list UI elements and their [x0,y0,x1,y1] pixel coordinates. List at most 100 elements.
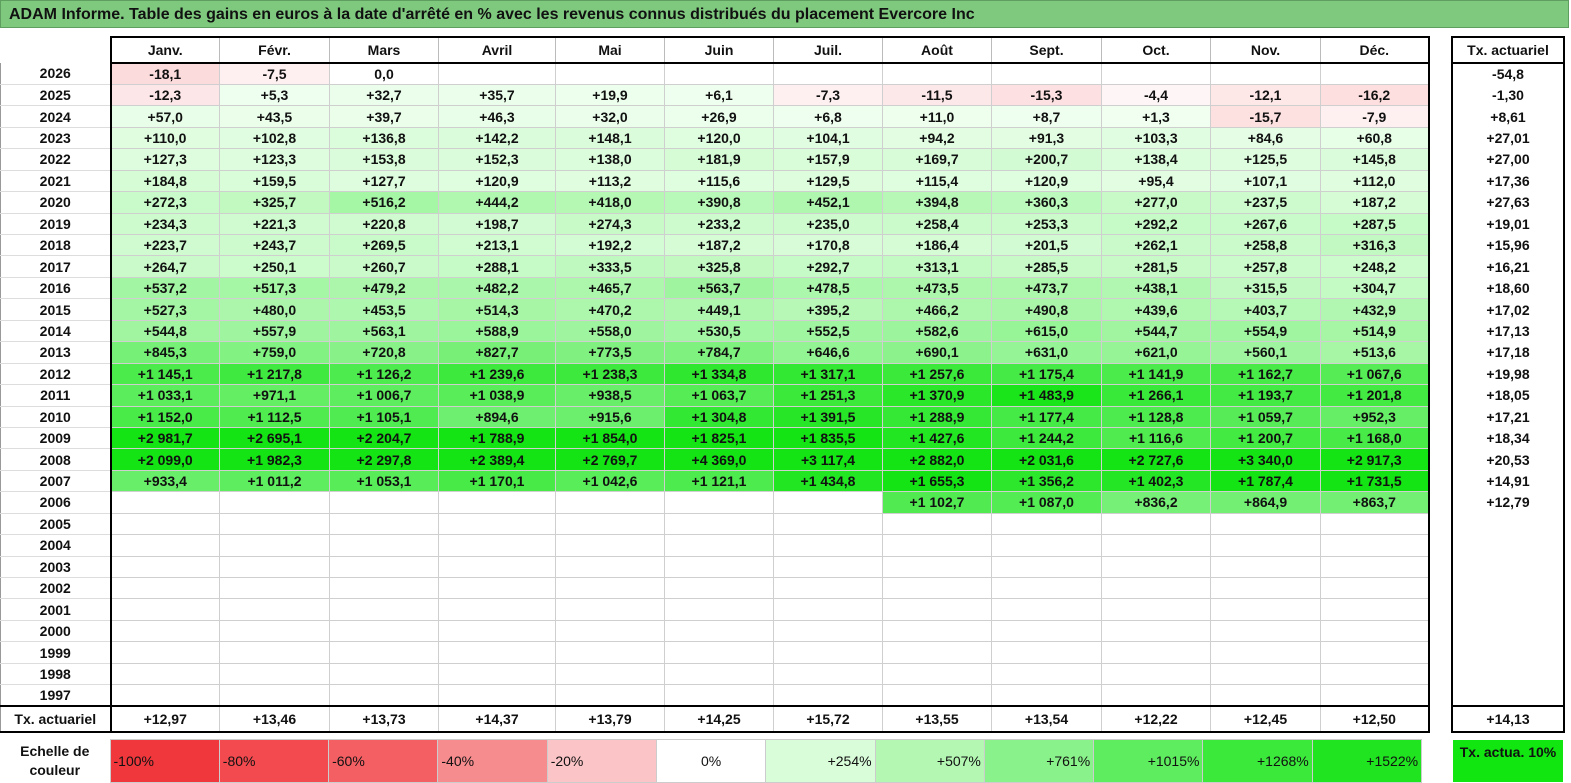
year-label: 2010 [0,406,111,428]
gain-cell [109,641,220,664]
gain-cell [1210,555,1321,579]
gain-cell: +1 427,6 [882,426,992,450]
month-header-3: Mars [329,36,439,64]
gain-cell: -15,7 [1210,105,1321,128]
gain-cell: +112,0 [1320,169,1430,193]
gain-cell: +213,1 [438,233,556,257]
gain-cell: +2 917,3 [1320,448,1430,471]
gain-cell [664,662,774,686]
month-header-8: Août [882,36,992,64]
year-row: 2004 [0,534,1430,557]
gain-cell [219,555,330,579]
gain-cell: +221,3 [219,212,330,236]
gain-cell: +153,8 [329,148,439,171]
gain-cell [1320,641,1430,664]
gain-cell [1101,555,1211,579]
gain-cell [219,512,330,536]
gain-cell: +129,5 [773,169,883,193]
gain-cell [882,641,992,664]
month-header-11: Nov. [1210,36,1321,64]
gain-cell [1210,641,1321,664]
gain-cell: +1 854,0 [555,426,665,450]
gain-cell [1210,576,1321,600]
gain-cell: +115,4 [882,169,992,193]
gain-cell: +479,2 [329,276,439,300]
overall-actuarial-rate: +14,13 [1451,705,1565,734]
gain-cell [219,641,330,664]
gain-cell [664,512,774,536]
gain-cell: +554,9 [1210,319,1321,343]
color-scale-swatch: +507% [874,739,985,783]
gain-cell [882,598,992,621]
gain-cell: +1 787,4 [1210,469,1321,493]
gain-cell [438,512,556,536]
gain-cell: +19,9 [555,83,665,107]
gain-cell [1320,62,1430,85]
year-row: 2014 +544,8 +557,9 +563,1 +588,9 +558,0 +530,5… [0,319,1430,343]
gain-cell [773,598,883,621]
gain-cell: +2 099,0 [109,448,220,471]
gain-cell [664,598,774,621]
gain-cell [882,512,992,536]
gain-cell: +4 369,0 [664,448,774,471]
gain-cell [438,534,556,557]
gain-cell: +1 168,0 [1320,426,1430,450]
gain-cell: +2 204,7 [329,426,439,450]
gain-cell: +127,7 [329,169,439,193]
gain-cell: +272,3 [109,191,220,214]
gain-cell: -18,1 [109,62,220,85]
actuarial-rate-cell: +18,05 [1451,384,1565,406]
gain-cell [438,641,556,664]
gain-cell: +237,5 [1210,191,1321,214]
actuarial-rate-cell: +12,79 [1451,491,1565,514]
gain-cell [329,512,439,536]
gain-cell: +558,0 [555,319,665,343]
month-header-6: Juin [664,36,774,64]
average-row: Tx. actuariel +12,97 +13,46 +13,73 +14,37 +13… [0,705,1430,734]
gain-cell: 0,0 [329,62,439,85]
gain-cell: +490,8 [991,298,1102,321]
gain-cell: +1 239,6 [438,362,556,386]
gain-cell: +2 882,0 [882,448,992,471]
gain-cell [773,534,883,557]
year-row: 2006 +1 102,7 +1 087,0 +836,2 +864,9 +863,7 [0,491,1430,514]
gain-cell [555,512,665,536]
gain-cell: +103,3 [1101,126,1211,150]
gain-cell: +621,0 [1101,341,1211,364]
actuarial-rate-cell [1451,513,1565,535]
actuarial-rate-header: Tx. actuariel [1451,36,1565,64]
gain-cell: +473,5 [882,276,992,300]
actuarial-rate-cell: +17,13 [1451,320,1565,342]
gain-cell: +470,2 [555,298,665,321]
year-row: 2007 +933,4 +1 011,2 +1 053,1 +1 170,1 +1 042… [0,469,1430,493]
gain-cell [991,555,1102,579]
gain-cell: +187,2 [1320,191,1430,214]
year-label: 2009 [0,427,111,450]
gain-cell: +325,8 [664,255,774,278]
gain-cell: +1 011,2 [219,469,330,493]
gain-cell: +3 340,0 [1210,448,1321,471]
gain-cell: +1 288,9 [882,405,992,428]
average-cell: +12,50 [1320,705,1430,734]
gain-cell [882,555,992,579]
gain-cell [882,576,992,600]
year-label: 2003 [0,556,111,579]
year-row: 2023 +110,0 +102,8 +136,8 +142,2 +148,1 +120,0… [0,126,1430,150]
gain-cell: +57,0 [109,105,220,128]
gain-cell: +248,2 [1320,255,1430,278]
gain-cell [329,641,439,664]
gain-cell: +267,6 [1210,212,1321,236]
gain-cell: +1 434,8 [773,469,883,493]
actuarial-rate-cell [1451,641,1565,664]
gain-cell: +1 982,3 [219,448,330,471]
color-scale-swatch: -80% [218,739,330,783]
gain-cell: +120,9 [438,169,556,193]
gain-cell: +1 152,0 [109,405,220,428]
color-scale-legend: Echelle de couleur -100% -80% -60% -40% -20%… [0,739,1423,783]
gain-cell: +544,7 [1101,319,1211,343]
gain-cell: +516,2 [329,191,439,214]
gain-cell: +235,0 [773,212,883,236]
gain-cell: +138,4 [1101,148,1211,171]
gain-cell: -4,4 [1101,83,1211,107]
gain-cell [882,684,992,707]
